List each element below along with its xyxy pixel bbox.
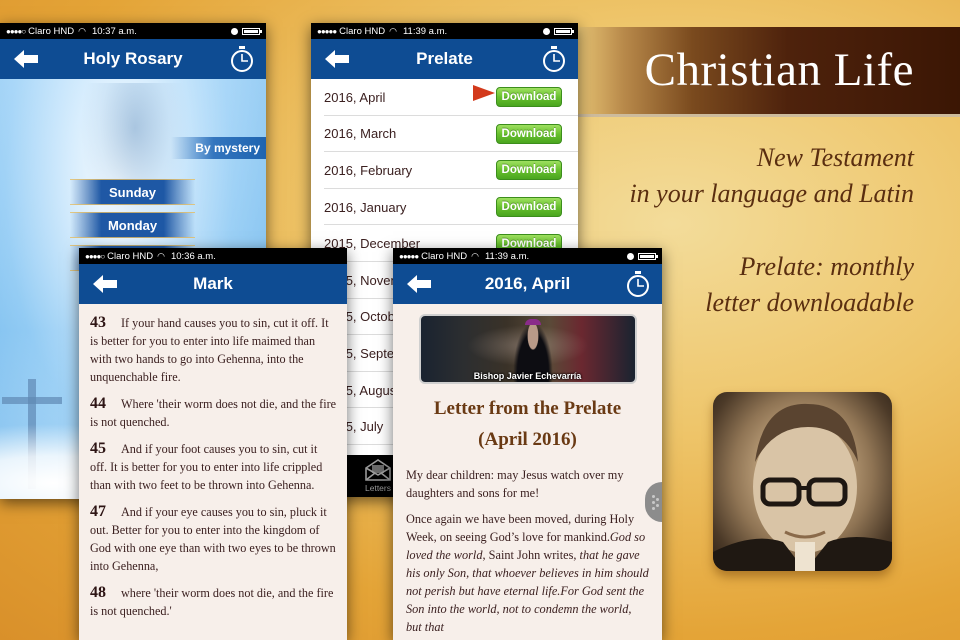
day-button-sunday[interactable]: Sunday	[70, 179, 195, 205]
letter-body: My dear children: may Jesus watch over m…	[393, 455, 662, 636]
wifi-icon: ◠	[78, 25, 86, 36]
verse-list: 43 If your hand causes you to sin, cut it…	[79, 304, 347, 620]
signal-indicator: ●●●●●	[399, 251, 419, 261]
nav-bar: Mark	[79, 264, 347, 304]
carrier-name: Claro HND	[107, 250, 154, 262]
verse-number: 45	[90, 440, 106, 457]
letter-heading: Letter from the Prelate (April 2016)	[393, 393, 662, 455]
phone-prelate-letter: ●●●●● Claro HND ◠ 11:39 a.m. 2016, April…	[393, 248, 662, 640]
tab-letters[interactable]: Letters	[361, 459, 395, 493]
status-bar: ●●●●○ Claro HND ◠ 10:36 a.m.	[79, 248, 347, 264]
wifi-icon: ◠	[471, 250, 479, 261]
status-time: 10:37 a.m.	[91, 25, 137, 37]
status-bar: ●●●●● Claro HND ◠ 11:39 a.m.	[393, 248, 662, 264]
verse-number: 43	[90, 314, 106, 331]
carrier-name: Claro HND	[421, 250, 468, 262]
back-arrow-icon[interactable]	[407, 275, 431, 293]
verse-text: And if your foot causes you to sin, cut …	[90, 442, 323, 492]
verse: 44 Where 'their worm does not die, and th…	[90, 395, 337, 431]
list-item-label: 2016, March	[324, 126, 397, 142]
verse: 45 And if your foot causes you to sin, cu…	[90, 440, 337, 494]
timer-icon[interactable]	[230, 46, 254, 72]
page-title: 2016, April	[484, 274, 571, 293]
signal-indicator: ●●●●○	[6, 26, 26, 36]
verse-number: 48	[90, 584, 106, 601]
verse-text: If your hand causes you to sin, cut it o…	[90, 316, 329, 384]
wifi-icon: ◠	[389, 25, 397, 36]
pointer-arrow-icon	[473, 85, 495, 101]
wifi-icon: ◠	[157, 250, 165, 261]
carrier-name: Claro HND	[28, 25, 75, 37]
founder-portrait	[713, 392, 892, 571]
tagline-line: in your language and Latin	[629, 179, 914, 208]
back-arrow-icon[interactable]	[93, 275, 117, 293]
tagline-new-testament: New Testament in your language and Latin	[629, 140, 914, 212]
portrait-illustration	[713, 403, 892, 571]
letter-paragraph: Once again we have been moved, during Ho…	[406, 510, 650, 636]
verse-text: And if your eye causes you to sin, pluck…	[90, 505, 336, 573]
signal-indicator: ●●●●○	[85, 251, 105, 261]
list-item[interactable]: 2016, April Download	[311, 79, 578, 116]
page-title: Holy Rosary	[83, 49, 183, 68]
app-title: Christian Life	[644, 44, 914, 96]
status-time: 11:39 a.m.	[484, 250, 530, 262]
envelope-icon	[365, 459, 391, 481]
verse-text: where 'their worm does not die, and the …	[90, 586, 334, 618]
tagline-prelate: Prelate: monthly letter downloadable	[705, 249, 914, 321]
alarm-icon	[627, 252, 634, 260]
timer-icon[interactable]	[542, 46, 566, 72]
alarm-icon	[543, 27, 550, 35]
verse: 43 If your hand causes you to sin, cut it…	[90, 314, 337, 386]
day-button-monday[interactable]: Monday	[70, 212, 195, 238]
download-button[interactable]: Download	[496, 123, 562, 144]
nav-bar: Prelate	[311, 39, 578, 79]
app-title-banner: Christian Life	[578, 27, 960, 117]
by-mystery-button[interactable]: By mystery	[171, 137, 266, 159]
verse: 48 where 'their worm does not die, and th…	[90, 584, 337, 620]
letter-heading-line2: (April 2016)	[478, 429, 577, 450]
list-item[interactable]: 2016, March Download	[311, 116, 578, 153]
alarm-icon	[231, 27, 238, 35]
status-time: 10:36 a.m.	[170, 250, 216, 262]
signal-indicator: ●●●●●	[317, 26, 337, 36]
download-button[interactable]: Download	[496, 197, 562, 218]
status-bar: ●●●●● Claro HND ◠ 11:39 a.m.	[311, 23, 578, 39]
back-arrow-icon[interactable]	[14, 50, 38, 68]
battery-icon	[242, 27, 262, 35]
tagline-line: letter downloadable	[705, 288, 914, 317]
download-button[interactable]: Download	[496, 160, 562, 181]
letter-paragraph: My dear children: may Jesus watch over m…	[406, 468, 624, 500]
list-item-label: 2016, January	[324, 199, 407, 215]
back-arrow-icon[interactable]	[325, 50, 349, 68]
verse-text: Where 'their worm does not die, and the …	[90, 397, 337, 429]
battery-icon	[638, 252, 658, 260]
status-time: 11:39 a.m.	[402, 25, 448, 37]
verse-number: 47	[90, 503, 106, 520]
list-item-label: 2016, February	[324, 162, 413, 178]
nav-bar: Holy Rosary	[0, 39, 266, 79]
list-item[interactable]: 2016, February Download	[311, 152, 578, 189]
timer-icon[interactable]	[626, 271, 650, 297]
verse: 47 And if your eye causes you to sin, plu…	[90, 503, 337, 575]
prelate-photo: Bishop Javier Echevarría	[418, 314, 637, 384]
text-run: , Saint John writes,	[482, 548, 580, 562]
letter-heading-line1: Letter from the Prelate	[433, 398, 622, 419]
list-item[interactable]: 2016, January Download	[311, 189, 578, 226]
tagline-line: New Testament	[756, 143, 914, 172]
status-bar: ●●●●○ Claro HND ◠ 10:37 a.m.	[0, 23, 266, 39]
page-title: Mark	[193, 274, 233, 293]
text-run: Once again we have been moved, during Ho…	[406, 512, 635, 544]
phone-gospel-mark: ●●●●○ Claro HND ◠ 10:36 a.m. Mark 43 If y…	[79, 248, 347, 640]
page-title: Prelate	[416, 49, 473, 68]
nav-bar: 2016, April	[393, 264, 662, 304]
carrier-name: Claro HND	[339, 25, 386, 37]
tagline-line: Prelate: monthly	[739, 252, 914, 281]
verse-number: 44	[90, 395, 106, 412]
zucchetto-decoration	[524, 319, 541, 325]
battery-icon	[554, 27, 574, 35]
list-item-label: 2016, April	[324, 89, 386, 105]
tab-letters-label: Letters	[365, 483, 391, 493]
photo-caption: Bishop Javier Echevarría	[473, 371, 582, 381]
download-button[interactable]: Download	[496, 87, 562, 108]
